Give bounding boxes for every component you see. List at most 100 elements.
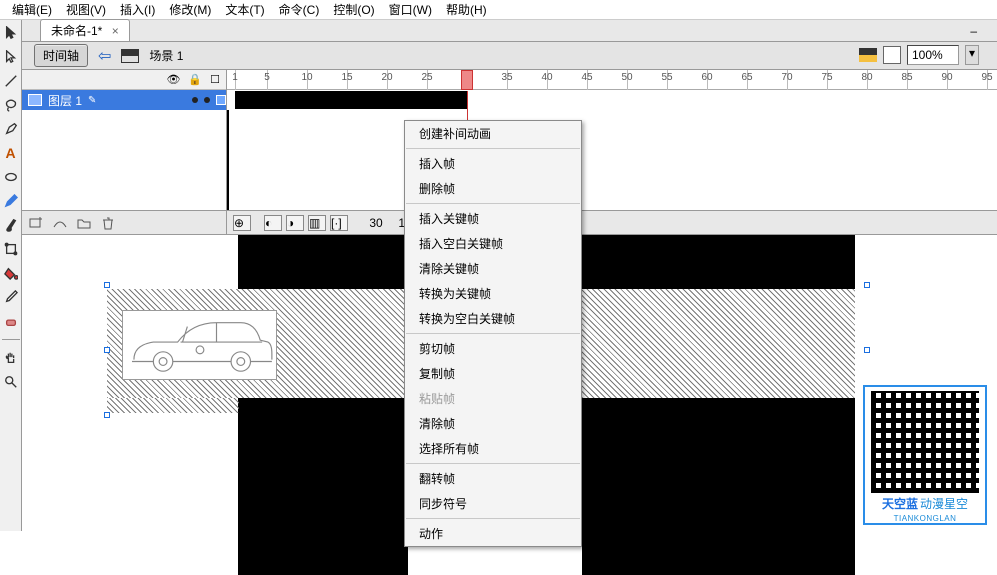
stage-shape [582,235,855,289]
onion-skin-icon[interactable]: ◐ [264,215,282,231]
qr-watermark: 天空蓝动漫星空 TIANKONGLAN [863,385,987,525]
menu-text[interactable]: 文本(T) [225,1,264,18]
playhead[interactable] [461,70,473,90]
zoom-input[interactable]: 100% [907,45,959,65]
close-icon[interactable]: × [112,24,119,38]
tools-panel: A [0,20,22,531]
frames-panel: 15101520253035404550556065707580859095 ⊕… [227,70,997,234]
bucket-tool-icon[interactable] [2,264,20,282]
menu-separator [406,333,580,334]
layer-icon [28,94,42,106]
stage-shape [238,235,408,289]
menu-separator [406,203,580,204]
menu-sync-symbols[interactable]: 同步符号 [405,491,581,516]
menu-edit[interactable]: 编辑(E) [12,1,52,18]
frames-footer: ⊕ ◐ ◑ ▥ [·] 30 12.0 [227,210,997,234]
eraser-tool-icon[interactable] [2,312,20,330]
eyedropper-tool-icon[interactable] [2,288,20,306]
menu-remove-frame[interactable]: 删除帧 [405,176,581,201]
menu-clear-frames[interactable]: 清除帧 [405,411,581,436]
frames-row[interactable] [227,90,997,110]
layers-empty [22,110,226,210]
scene-back-icon[interactable]: ⇦ [98,46,111,66]
document-tab[interactable]: 未命名-1* × [40,19,130,41]
menu-insert[interactable]: 插入(I) [120,1,155,18]
stage-shape [582,398,855,575]
timeline-toggle-button[interactable]: 时间轴 [34,44,88,67]
resize-handle[interactable] [104,412,110,418]
selection-tool-icon[interactable] [2,24,20,42]
hand-tool-icon[interactable] [2,349,20,367]
onion-markers-icon[interactable]: [·] [330,215,348,231]
menu-convert-to-keyframe[interactable]: 转换为关键帧 [405,281,581,306]
menu-control[interactable]: 控制(O) [333,1,374,18]
brush-tool-icon[interactable] [2,216,20,234]
minimize-button[interactable]: – [970,24,977,38]
menubar: 编辑(E) 视图(V) 插入(I) 修改(M) 文本(T) 命令(C) 控制(O… [0,0,997,20]
menu-select-all-frames[interactable]: 选择所有帧 [405,436,581,461]
menu-create-motion-tween[interactable]: 创建补间动画 [405,121,581,146]
tab-title: 未命名-1* [51,24,102,38]
menu-window[interactable]: 窗口(W) [389,1,432,18]
menu-cut-frames[interactable]: 剪切帧 [405,336,581,361]
qr-brand-label: 天空蓝动漫星空 [882,495,968,512]
menu-modify[interactable]: 修改(M) [169,1,211,18]
oval-tool-icon[interactable] [2,168,20,186]
transform-tool-icon[interactable] [2,240,20,258]
frame-context-menu: 创建补间动画 插入帧 删除帧 插入关键帧 插入空白关键帧 清除关键帧 转换为关键… [404,120,582,547]
resize-handle[interactable] [104,282,110,288]
scene-label: 场景 1 [149,47,183,64]
document-tabbar: 未命名-1* × – [22,20,997,42]
layers-header: 👁 🔒 ☐ [22,70,226,90]
menu-view[interactable]: 视图(V) [66,1,106,18]
menu-clear-keyframe[interactable]: 清除关键帧 [405,256,581,281]
layers-panel: 👁 🔒 ☐ 图层 1 ✎ [22,70,227,234]
new-motion-guide-icon[interactable] [52,215,70,231]
current-frame-value: 30 [361,216,391,230]
menu-insert-keyframe[interactable]: 插入关键帧 [405,206,581,231]
frame-span [235,91,467,109]
line-tool-icon[interactable] [2,72,20,90]
onion-skin-outlines-icon[interactable]: ◑ [286,215,304,231]
layers-footer [22,210,226,234]
menu-help[interactable]: 帮助(H) [446,1,487,18]
text-tool-icon[interactable]: A [2,144,20,162]
layer-name: 图层 1 [48,92,82,109]
resize-handle[interactable] [104,347,110,353]
lock-dot-icon[interactable] [204,97,210,103]
center-frame-icon[interactable]: ⊕ [233,215,251,231]
menu-paste-frames: 粘贴帧 [405,386,581,411]
menu-reverse-frames[interactable]: 翻转帧 [405,466,581,491]
edit-scene-icon[interactable] [859,48,877,62]
menu-separator [406,148,580,149]
menu-insert-frame[interactable]: 插入帧 [405,151,581,176]
new-layer-icon[interactable] [28,215,46,231]
menu-actions[interactable]: 动作 [405,521,581,546]
outline-color-icon[interactable] [216,95,226,105]
frame-ruler[interactable]: 15101520253035404550556065707580859095 [227,70,997,90]
edit-multiple-frames-icon[interactable]: ▥ [308,215,326,231]
subselection-tool-icon[interactable] [2,48,20,66]
pen-tool-icon[interactable] [2,120,20,138]
zoom-tool-icon[interactable] [2,373,20,391]
new-folder-icon[interactable] [76,215,94,231]
pencil-tool-icon[interactable] [2,192,20,210]
frames-empty [227,110,997,210]
menu-commands[interactable]: 命令(C) [279,1,320,18]
outline-column-icon[interactable]: ☐ [210,73,220,86]
divider [2,339,20,340]
visibility-dot-icon[interactable] [192,97,198,103]
lock-column-icon[interactable]: 🔒 [188,73,202,86]
layer-row[interactable]: 图层 1 ✎ [22,90,226,110]
visibility-column-icon[interactable]: 👁 [166,73,180,86]
edit-symbol-icon[interactable] [883,46,901,64]
menu-convert-to-blank-keyframe[interactable]: 转换为空白关键帧 [405,306,581,331]
resize-handle[interactable] [864,282,870,288]
menu-copy-frames[interactable]: 复制帧 [405,361,581,386]
menu-separator [406,518,580,519]
lasso-tool-icon[interactable] [2,96,20,114]
zoom-dropdown-icon[interactable]: ▾ [965,45,979,65]
resize-handle[interactable] [864,347,870,353]
delete-layer-icon[interactable] [100,215,118,231]
menu-insert-blank-keyframe[interactable]: 插入空白关键帧 [405,231,581,256]
